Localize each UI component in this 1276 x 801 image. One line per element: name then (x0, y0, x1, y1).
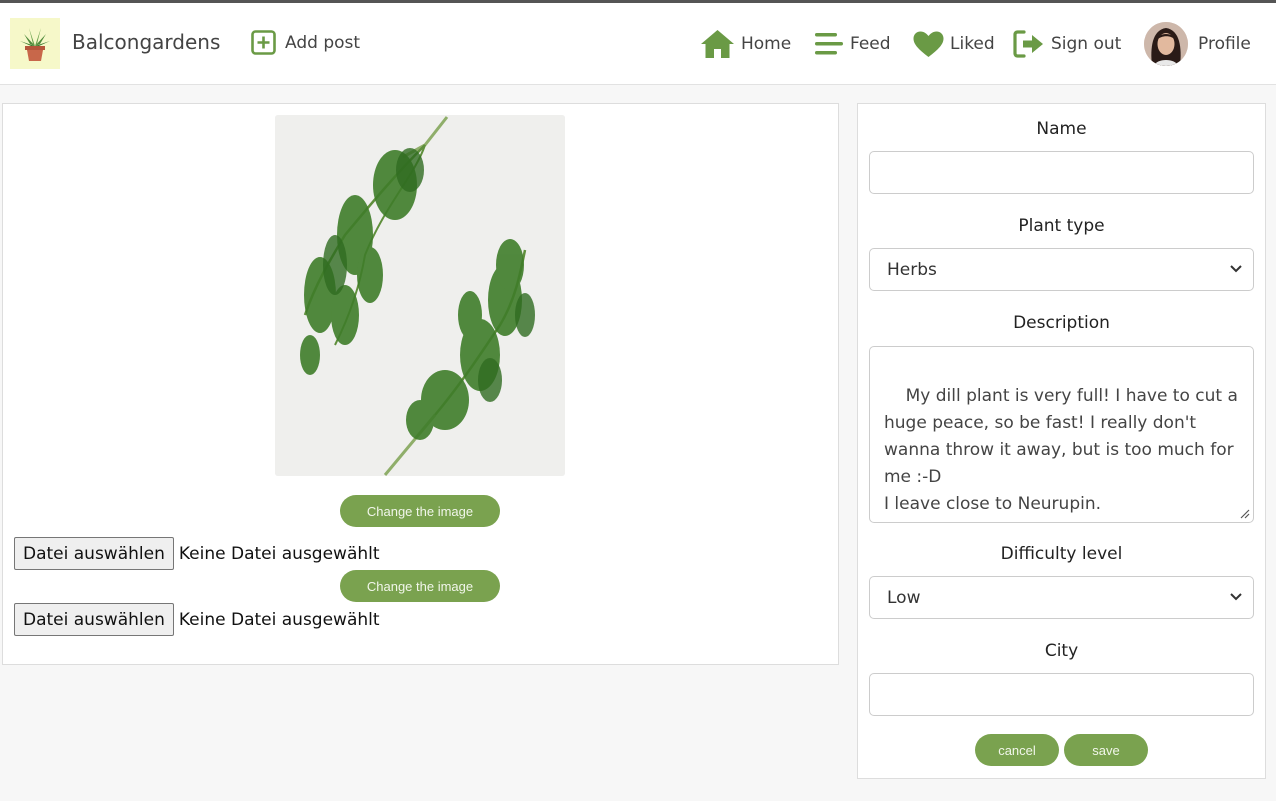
name-label: Name (1036, 119, 1087, 139)
plus-square-icon (251, 30, 276, 55)
description-label: Description (1013, 313, 1110, 333)
plant-type-select[interactable]: Herbs (869, 248, 1254, 291)
sign-out-icon (1013, 30, 1043, 58)
name-input[interactable] (869, 151, 1254, 194)
image-panel: Change the image Datei auswählen Keine D… (2, 103, 839, 665)
brand-name[interactable]: Balcongardens (72, 30, 220, 54)
dill-plant-image (275, 115, 565, 476)
city-input[interactable] (869, 673, 1254, 716)
heart-icon (913, 31, 944, 57)
post-form: Name Plant type Herbs Description My dil… (857, 103, 1266, 779)
save-button[interactable]: save (1064, 734, 1148, 766)
choose-file-button-2[interactable]: Datei auswählen (14, 603, 174, 636)
cancel-button[interactable]: cancel (975, 734, 1059, 766)
nav-feed[interactable]: Feed (814, 3, 891, 85)
change-image-button-2[interactable]: Change the image (340, 570, 500, 602)
add-post-label: Add post (285, 32, 361, 53)
file-status-1: Keine Datei ausgewählt (178, 543, 380, 564)
description-text: My dill plant is very full! I have to cu… (884, 386, 1238, 514)
description-textarea[interactable]: My dill plant is very full! I have to cu… (869, 346, 1254, 523)
home-icon (701, 30, 734, 58)
plant-type-label: Plant type (1018, 216, 1105, 236)
user-photo-icon (1144, 22, 1188, 66)
navbar: Balcongardens Add post Home Feed Liked S… (0, 3, 1276, 85)
nav-profile[interactable]: Profile (1144, 3, 1251, 85)
nav-profile-label: Profile (1198, 34, 1251, 54)
difficulty-select[interactable]: Low (869, 576, 1254, 619)
avatar[interactable] (1144, 22, 1188, 66)
choose-file-button-1[interactable]: Datei auswählen (14, 537, 174, 570)
add-post-link[interactable]: Add post (251, 30, 360, 55)
nav-liked[interactable]: Liked (913, 3, 995, 85)
file-status-2: Keine Datei ausgewählt (178, 609, 380, 630)
nav-feed-label: Feed (850, 34, 891, 54)
difficulty-label: Difficulty level (1000, 544, 1123, 564)
plant-type-value: Herbs (887, 259, 937, 280)
nav-home[interactable]: Home (700, 3, 791, 85)
menu-lines-icon (815, 33, 843, 55)
chevron-down-icon (1230, 265, 1242, 273)
nav-sign-out[interactable]: Sign out (1013, 3, 1121, 85)
file-input-1[interactable]: Datei auswählen Keine Datei ausgewählt (14, 537, 380, 570)
city-label: City (1044, 641, 1079, 661)
file-input-2[interactable]: Datei auswählen Keine Datei ausgewählt (14, 603, 380, 636)
resize-handle-icon[interactable] (1238, 507, 1250, 519)
nav-home-label: Home (741, 34, 792, 54)
nav-sign-out-label: Sign out (1051, 34, 1122, 54)
plant-photo (275, 115, 565, 476)
difficulty-value: Low (887, 587, 921, 608)
plant-pot-logo-icon (20, 27, 50, 61)
change-image-button-1[interactable]: Change the image (340, 495, 500, 527)
chevron-down-icon (1230, 593, 1242, 601)
logo[interactable] (10, 18, 60, 69)
nav-liked-label: Liked (950, 34, 995, 54)
